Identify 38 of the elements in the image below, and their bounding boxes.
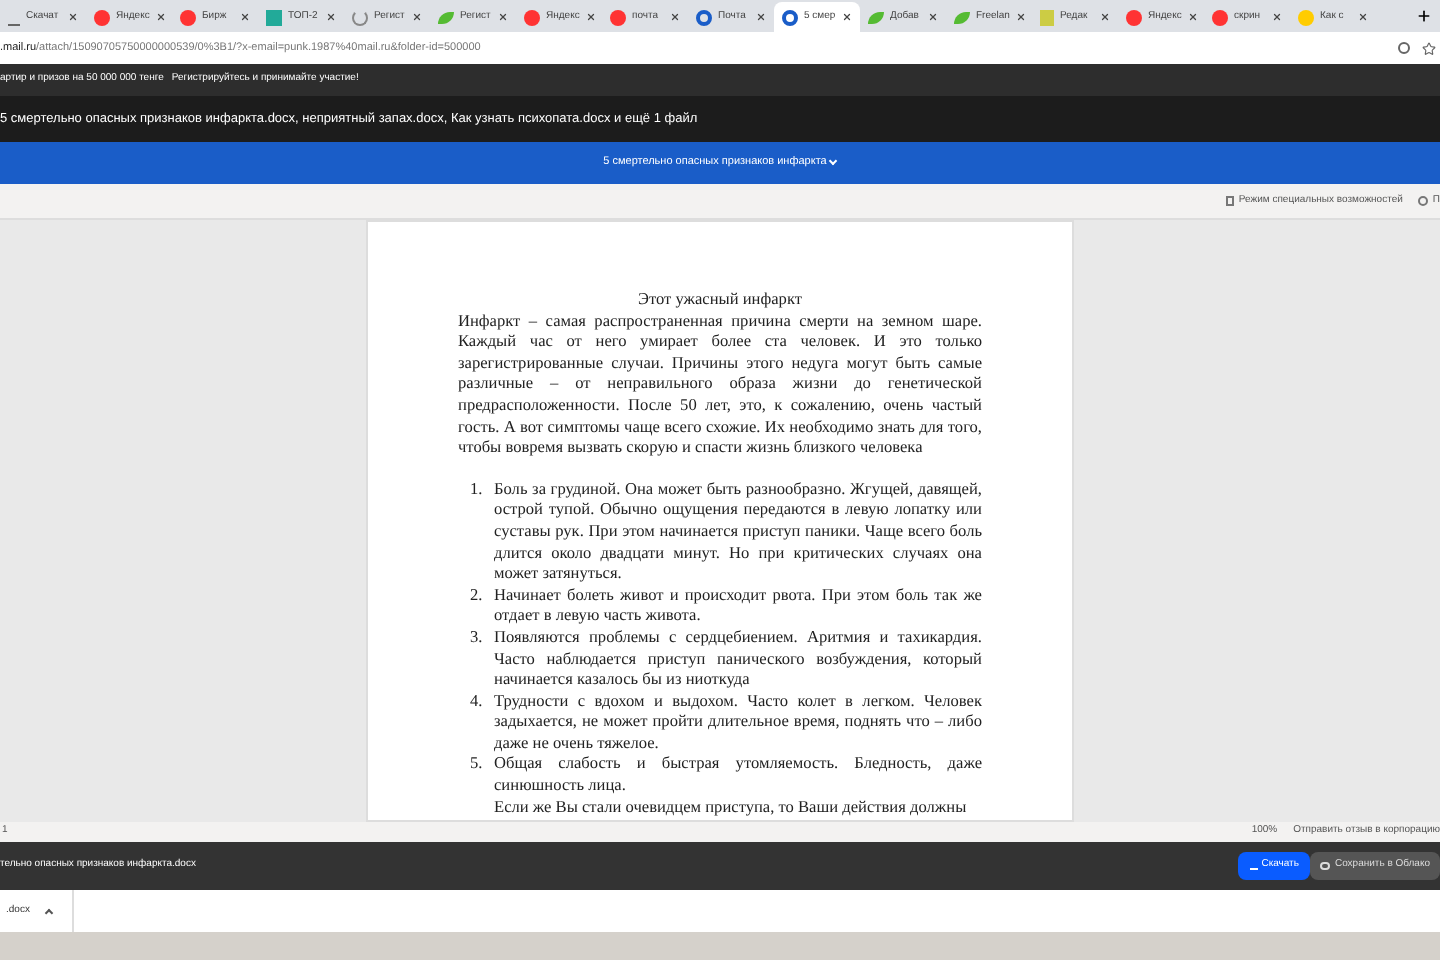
chevron-down-icon [829,156,838,166]
close-icon[interactable] [326,12,336,22]
close-icon[interactable] [928,12,938,22]
close-icon[interactable] [412,12,422,22]
list-number: 2. [470,585,485,608]
close-icon[interactable] [585,12,596,22]
close-icon[interactable] [1272,12,1282,22]
close-icon[interactable] [1358,12,1368,22]
close-icon[interactable] [1187,12,1198,22]
close-icon[interactable] [155,12,166,22]
list-item-text: Появляются проблемы с сердцебиением. Аритмия и тахикардия. Часто наблюдается приступ панического возбуждения, который начинается казалось бы из ниоткуда [494,627,982,692]
star-icon[interactable] [1422,41,1436,55]
close-icon[interactable] [68,12,78,22]
list-number: 3. [470,627,485,650]
list-number: 1. [470,479,485,502]
reload-icon [352,9,368,25]
close-icon[interactable] [842,12,852,22]
new-tab-icon[interactable] [1416,8,1432,24]
close-icon[interactable] [1015,12,1026,22]
intro-paragraph: Инфаркт – самая распространенная причина смерти на земном шаре. Каждый час от него умирает более ста человек. И это только зарегистрированные случаи. Причины этого недуга могут быть самые различные – от неправильного образа жизни до генетической предрасположенности. После 50 лет, это, к сожалению, очень частый гость. А вот симптомы чаще всего схожие. Их необходимо знать для того, чтобы вовремя вызвать скорую и спасти жизнь близкого человека [458,311,982,460]
list-number: 4. [470,691,485,714]
letter-w-icon [266,9,282,25]
close-icon[interactable] [756,12,766,22]
paragraph-line: Если же Вы стали очевидцем приступа, то Ваши действия должны [492,797,969,819]
leaf-icon [954,11,970,23]
close-icon[interactable] [498,12,508,22]
list-item-text: Общая слабость и быстрая утомляемость. Бледность, даже синюшность лица. [494,754,982,798]
list-number: 5. [470,754,485,777]
caret-up-icon [44,907,54,917]
close-icon[interactable] [240,12,250,22]
list-item-text: Начинает болеть живот и происходит рвота. При этом боль так же отдает в левую часть живота. [494,585,982,628]
leaf-icon [438,11,454,23]
close-icon[interactable] [1100,12,1110,22]
list-item-text: Трудности с вдохом и выдохом. Часто колет в легком. Человек задыхается, не может пройти длительное время, поднять что – либо даже не очень тяжелое. [494,691,982,755]
close-icon[interactable] [670,12,680,22]
list-item-text: Боль за грудиной. Она может быть разнообразно. Жгущей, давящей, острой тупой. Обычно ощущения передаются в левую лопатку или суставы рук. При этом начинается приступ паники. Чаще всего боль длится около двадцати минут. Но при критических случаях она может затянуться. [494,479,982,586]
leaf-icon [868,11,884,23]
document-title: Этот ужасный инфаркт [635,290,805,312]
